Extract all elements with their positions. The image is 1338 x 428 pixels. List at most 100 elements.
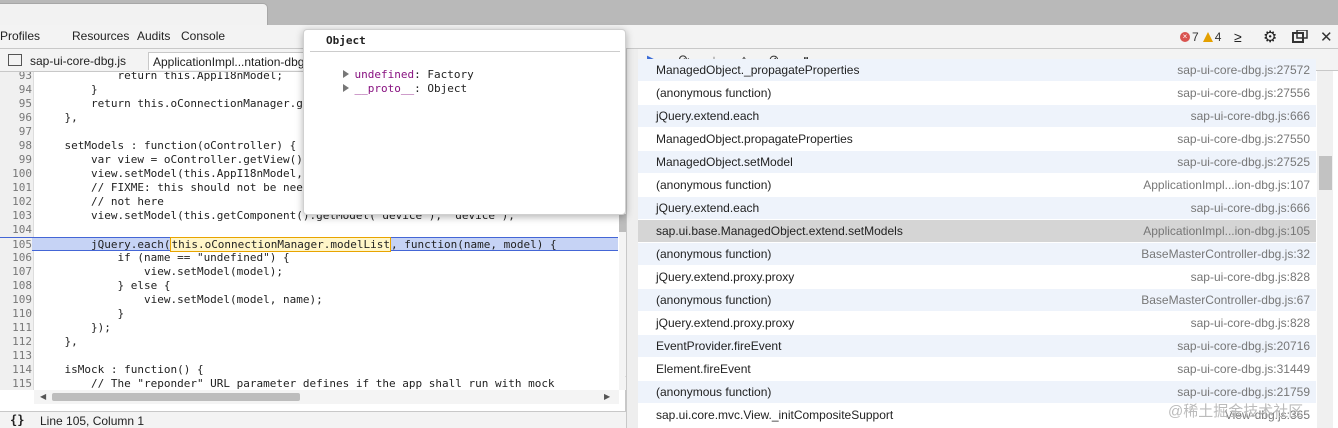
close-icon[interactable]: ✕ bbox=[1320, 29, 1333, 46]
tab-resources[interactable]: Resources bbox=[72, 29, 129, 43]
line-number[interactable]: 112 bbox=[0, 335, 32, 349]
tab-profiles[interactable]: Profiles bbox=[0, 29, 40, 43]
code-line[interactable]: 115 // The "reponder" URL parameter defi… bbox=[0, 377, 618, 390]
line-number[interactable]: 113 bbox=[0, 349, 32, 363]
line-number[interactable]: 99 bbox=[0, 153, 32, 167]
line-number[interactable]: 95 bbox=[0, 97, 32, 111]
browser-tab-strip bbox=[0, 0, 1338, 25]
call-frame[interactable]: sap.ui.base.ManagedObject.extend.setMode… bbox=[638, 220, 1316, 243]
code-line[interactable]: 113 bbox=[0, 349, 618, 363]
drawer-icon[interactable]: ≥ bbox=[1234, 29, 1242, 45]
call-frame-function: (anonymous function) bbox=[656, 86, 772, 100]
code-line[interactable]: 104 bbox=[0, 223, 618, 237]
editor-vertical-thumb[interactable] bbox=[619, 214, 626, 232]
call-frame[interactable]: (anonymous function) BaseMasterController… bbox=[638, 243, 1316, 266]
line-number[interactable]: 108 bbox=[0, 279, 32, 293]
line-number[interactable]: 97 bbox=[0, 125, 32, 139]
code-text: } else { bbox=[38, 279, 171, 292]
line-number[interactable]: 102 bbox=[0, 195, 32, 209]
source-tab-applicationimpl[interactable]: ApplicationImpl...ntation-dbg bbox=[148, 52, 310, 70]
call-frame[interactable]: ManagedObject.setModel sap-ui-core-dbg.js… bbox=[638, 151, 1316, 174]
call-frame-location[interactable]: sap-ui-core-dbg.js:27550 bbox=[1177, 128, 1310, 151]
popover-row-undefined[interactable]: undefined: Factory bbox=[316, 54, 474, 81]
tab-console[interactable]: Console bbox=[181, 29, 225, 43]
line-number[interactable]: 105 bbox=[0, 238, 32, 252]
call-frame[interactable]: jQuery.extend.proxy.proxy sap-ui-core-dbg… bbox=[638, 312, 1316, 335]
call-frame[interactable]: (anonymous function) ApplicationImpl...io… bbox=[638, 174, 1316, 197]
line-number[interactable]: 100 bbox=[0, 167, 32, 181]
devtools-toolbar: Profiles Resources Audits Console × 7 4 … bbox=[0, 25, 1338, 49]
line-number[interactable]: 104 bbox=[0, 223, 32, 237]
call-frame-location[interactable]: sap-ui-core-dbg.js:27556 bbox=[1177, 82, 1310, 105]
code-line[interactable]: 108 } else { bbox=[0, 279, 618, 293]
line-number[interactable]: 103 bbox=[0, 209, 32, 223]
line-number[interactable]: 115 bbox=[0, 377, 32, 390]
call-frame[interactable]: jQuery.extend.proxy.proxy sap-ui-core-dbg… bbox=[638, 266, 1316, 289]
scroll-right-icon[interactable]: ▶ bbox=[604, 392, 610, 401]
popover-row-proto[interactable]: __proto__: Object bbox=[316, 68, 467, 95]
line-number[interactable]: 109 bbox=[0, 293, 32, 307]
browser-tab[interactable] bbox=[0, 3, 268, 25]
line-number[interactable]: 106 bbox=[0, 251, 32, 265]
call-frame-location[interactable]: sap-ui-core-dbg.js:31449 bbox=[1177, 358, 1310, 381]
call-frame[interactable]: EventProvider.fireEvent sap-ui-core-dbg.j… bbox=[638, 335, 1316, 358]
code-line[interactable]: 105 jQuery.each(this.oConnectionManager.… bbox=[0, 237, 618, 252]
line-number[interactable]: 96 bbox=[0, 111, 32, 125]
code-text: isMock : function() { bbox=[38, 363, 204, 376]
call-frame-location[interactable]: ApplicationImpl...ion-dbg.js:107 bbox=[1143, 174, 1310, 197]
call-frame[interactable]: Element.fireEvent sap-ui-core-dbg.js:3144… bbox=[638, 358, 1316, 381]
source-tab-core[interactable]: sap-ui-core-dbg.js bbox=[26, 52, 130, 70]
error-counter[interactable]: × 7 4 bbox=[1180, 29, 1221, 45]
line-number[interactable]: 94 bbox=[0, 83, 32, 97]
call-stack-scroll-thumb[interactable] bbox=[1319, 156, 1332, 190]
call-frame[interactable]: ManagedObject.propagateProperties sap-ui-… bbox=[638, 128, 1316, 151]
call-frame-function: sap.ui.base.ManagedObject.extend.setMode… bbox=[656, 224, 903, 238]
line-number[interactable]: 114 bbox=[0, 363, 32, 377]
dock-icon[interactable] bbox=[1292, 29, 1308, 45]
line-number[interactable]: 101 bbox=[0, 181, 32, 195]
call-frame[interactable]: jQuery.extend.each sap-ui-core-dbg.js:666 bbox=[638, 105, 1316, 128]
sources-status-bar: {} Line 105, Column 1 bbox=[0, 411, 638, 428]
code-line[interactable]: 111 }); bbox=[0, 321, 618, 335]
call-frame[interactable]: ManagedObject._propagateProperties sap-ui… bbox=[638, 59, 1316, 82]
line-number[interactable]: 93 bbox=[0, 72, 32, 83]
call-frame-location[interactable]: sap-ui-core-dbg.js:27572 bbox=[1177, 59, 1310, 82]
call-frame-location[interactable]: sap-ui-core-dbg.js:20716 bbox=[1177, 335, 1310, 358]
debugger-sidebar: ▶ ↷ ↓ ↑ ⊘ ⏸ ManagedObject._propagateProp… bbox=[638, 49, 1338, 428]
pretty-print-button[interactable]: {} bbox=[10, 413, 24, 427]
code-line[interactable]: 109 view.setModel(model, name); bbox=[0, 293, 618, 307]
call-frame-location[interactable]: sap-ui-core-dbg.js:666 bbox=[1191, 105, 1310, 128]
code-line[interactable]: 107 view.setModel(model); bbox=[0, 265, 618, 279]
call-frame-location[interactable]: sap-ui-core-dbg.js:828 bbox=[1191, 266, 1310, 289]
call-frame-location[interactable]: BaseMasterController-dbg.js:32 bbox=[1141, 243, 1310, 266]
code-text: }, bbox=[38, 335, 78, 348]
call-frame-location[interactable]: BaseMasterController-dbg.js:67 bbox=[1141, 289, 1310, 312]
call-frame-location[interactable]: sap-ui-core-dbg.js:27525 bbox=[1177, 151, 1310, 174]
editor-horizontal-thumb[interactable] bbox=[52, 393, 300, 401]
code-line[interactable]: 114 isMock : function() { bbox=[0, 363, 618, 377]
gear-icon[interactable]: ⚙ bbox=[1263, 29, 1277, 46]
code-text: } bbox=[38, 83, 98, 96]
panel-splitter[interactable] bbox=[626, 49, 638, 428]
tab-audits[interactable]: Audits bbox=[137, 29, 170, 43]
code-line[interactable]: 112 }, bbox=[0, 335, 618, 349]
hovered-expression[interactable]: this.oConnectionManager.modelList bbox=[170, 237, 391, 252]
line-number[interactable]: 107 bbox=[0, 265, 32, 279]
line-number[interactable]: 111 bbox=[0, 321, 32, 335]
call-frame-location[interactable]: ApplicationImpl...ion-dbg.js:105 bbox=[1143, 220, 1310, 243]
call-frame[interactable]: jQuery.extend.each sap-ui-core-dbg.js:666 bbox=[638, 197, 1316, 220]
call-frame-location[interactable]: sap-ui-core-dbg.js:828 bbox=[1191, 312, 1310, 335]
code-text: jQuery.each(this.oConnectionManager.mode… bbox=[38, 237, 557, 252]
code-line[interactable]: 110 } bbox=[0, 307, 618, 321]
line-number[interactable]: 110 bbox=[0, 307, 32, 321]
scroll-left-icon[interactable]: ◀ bbox=[40, 392, 46, 401]
call-stack-scrollbar[interactable] bbox=[1317, 71, 1333, 428]
line-number[interactable]: 98 bbox=[0, 139, 32, 153]
expand-arrow-icon[interactable] bbox=[342, 84, 349, 92]
code-line[interactable]: 106 if (name == "undefined") { bbox=[0, 251, 618, 265]
navigator-toggle-icon[interactable] bbox=[8, 54, 22, 66]
call-frame-location[interactable]: sap-ui-core-dbg.js:666 bbox=[1191, 197, 1310, 220]
call-frame[interactable]: (anonymous function) BaseMasterController… bbox=[638, 289, 1316, 312]
call-frame-function: (anonymous function) bbox=[656, 247, 772, 261]
call-frame[interactable]: (anonymous function) sap-ui-core-dbg.js:2… bbox=[638, 82, 1316, 105]
